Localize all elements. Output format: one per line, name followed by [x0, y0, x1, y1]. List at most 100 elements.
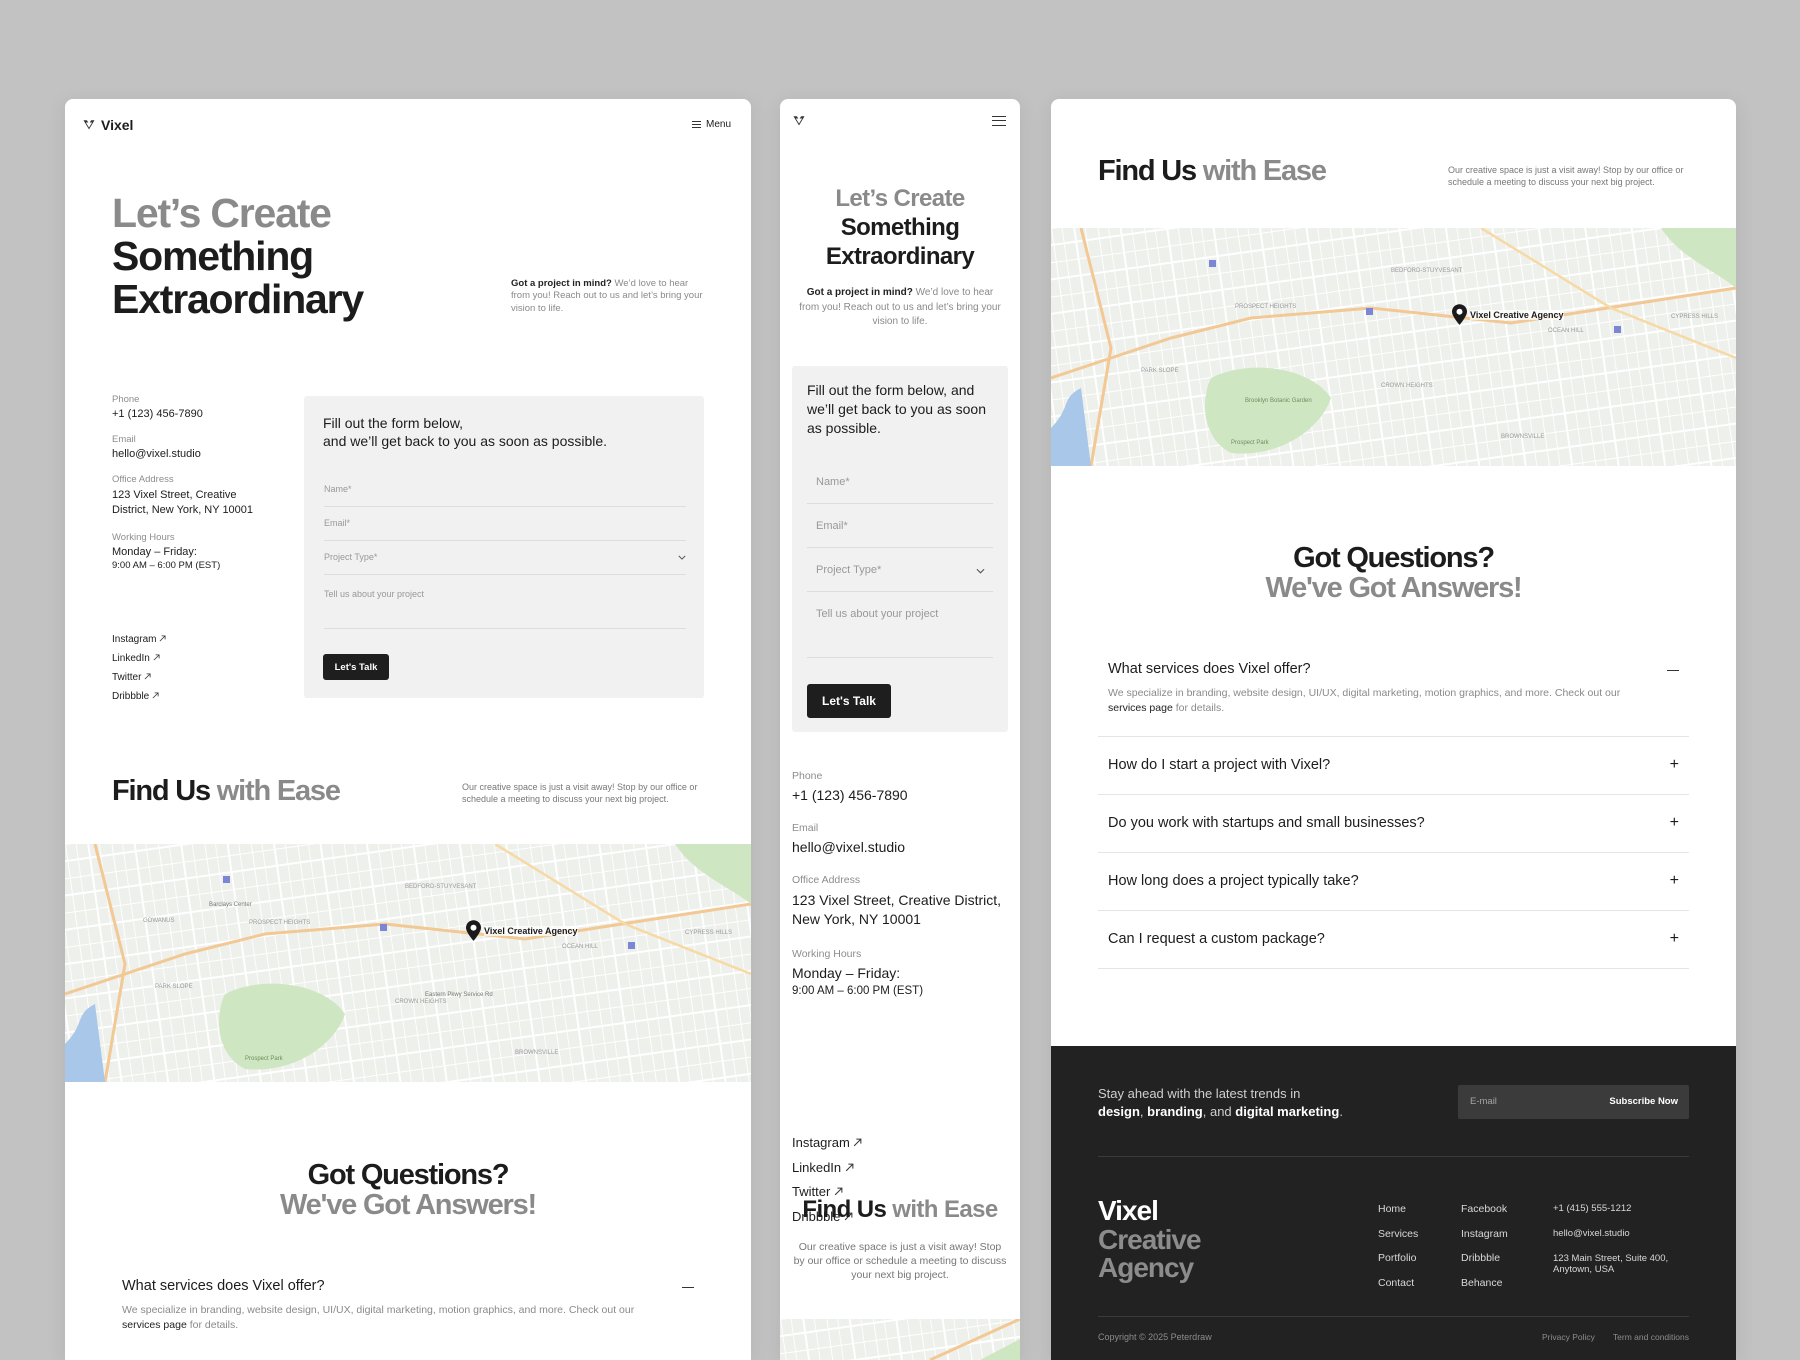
map-pin-label: Vixel Creative Agency	[484, 925, 578, 936]
email-field[interactable]: Email*	[324, 518, 686, 541]
plus-icon[interactable]: +	[1670, 873, 1679, 889]
location-map[interactable]: PROSPECT HEIGHTS BEDFORD-STUYVESANT PARK…	[1051, 228, 1736, 466]
name-field[interactable]: Name*	[807, 476, 993, 504]
location-map[interactable]: PROSPECT HEIGHTS BEDFORD-STUYVESANT PARK…	[65, 844, 751, 1082]
phone-value[interactable]: +1 (123) 456-7890	[792, 787, 1002, 803]
faq-question: How do I start a project with Vixel?	[1108, 757, 1331, 773]
map-graphic	[780, 1319, 1020, 1360]
map-label-prospect-heights: PROSPECT HEIGHTS	[1235, 304, 1297, 310]
map-graphic	[1051, 228, 1736, 466]
footer-divider-bottom	[1098, 1316, 1689, 1317]
faq-question: What services does Vixel offer?	[1108, 661, 1311, 677]
name-field[interactable]: Name*	[324, 484, 686, 507]
social-link-twitter[interactable]: Twitter	[112, 668, 166, 687]
minus-icon[interactable]	[682, 1287, 694, 1288]
footer-divider	[1098, 1156, 1689, 1157]
faq-item-5[interactable]: Can I request a custom package? +	[1098, 911, 1689, 969]
footer-link-dribbble[interactable]: Dribbble	[1461, 1246, 1508, 1271]
map-label-barclays: Barclays Center	[209, 902, 252, 908]
arrow-up-right-icon	[159, 635, 166, 642]
terms-link[interactable]: Term and conditions	[1613, 1332, 1689, 1342]
find-us-title: Find Us with Ease	[1098, 155, 1327, 187]
find-us-description: Our creative space is just a visit away!…	[1448, 165, 1684, 187]
footer-link-facebook[interactable]: Facebook	[1461, 1197, 1508, 1222]
map-label-prospect-heights: PROSPECT HEIGHTS	[249, 920, 311, 926]
phone-value[interactable]: +1 (123) 456-7890	[112, 408, 262, 420]
find-us-description: Our creative space is just a visit away!…	[462, 782, 698, 804]
faq-item-1[interactable]: What services does Vixel offer? We speci…	[1098, 661, 1689, 737]
address-label: Office Address	[792, 874, 861, 886]
footer-link-behance[interactable]: Behance	[1461, 1271, 1508, 1296]
menu-button[interactable]: Menu	[691, 119, 731, 130]
minus-icon[interactable]	[1667, 670, 1679, 671]
services-page-link[interactable]: services page	[122, 1319, 187, 1331]
phone-label: Phone	[792, 770, 823, 782]
email-value[interactable]: hello@vixel.studio	[792, 839, 1002, 855]
form-heading: Fill out the form below, and we’ll get b…	[807, 382, 986, 436]
lets-talk-button[interactable]: Let's Talk	[807, 684, 891, 718]
map-label-prospect-park: Prospect Park	[1231, 440, 1269, 446]
chevron-down-icon	[976, 568, 985, 574]
plus-icon[interactable]: +	[1670, 931, 1679, 947]
footer-nav: Home Services Portfolio Contact	[1378, 1197, 1418, 1295]
faq-item-4[interactable]: How long does a project typically take? …	[1098, 853, 1689, 911]
newsletter-email-input[interactable]: E-mail	[1470, 1096, 1497, 1107]
menu-icon[interactable]	[992, 116, 1006, 126]
arrow-up-right-icon	[845, 1163, 854, 1172]
plus-icon[interactable]: +	[1670, 757, 1679, 773]
project-type-select[interactable]: Project Type*	[324, 552, 686, 575]
social-link-instagram[interactable]: Instagram	[112, 630, 166, 649]
faq-item-1[interactable]: What services does Vixel offer? We speci…	[122, 1278, 704, 1360]
map-pin[interactable]: Vixel Creative Agency	[466, 920, 578, 941]
hours-time: 9:00 AM – 6:00 PM (EST)	[792, 984, 924, 997]
social-link-linkedin[interactable]: LinkedIn	[112, 649, 166, 668]
menu-label: Menu	[705, 119, 731, 130]
privacy-policy-link[interactable]: Privacy Policy	[1542, 1332, 1595, 1342]
legal-links: Privacy Policy Term and conditions	[1542, 1332, 1689, 1342]
plus-icon[interactable]: +	[1670, 815, 1679, 831]
social-link-instagram[interactable]: Instagram	[792, 1131, 862, 1156]
footer-link-instagram[interactable]: Instagram	[1461, 1222, 1508, 1247]
faq-item-2[interactable]: How do I start a project with Vixel? +	[1098, 737, 1689, 795]
hero-title: Let’s Create Something Extraordinary	[112, 193, 364, 320]
footer-link-portfolio[interactable]: Portfolio	[1378, 1246, 1418, 1271]
hero-title: Let’s Create Something Extraordinary	[825, 185, 975, 270]
faq-question: What services does Vixel offer?	[122, 1278, 325, 1294]
message-field[interactable]: Tell us about your project	[324, 589, 686, 629]
social-link-dribbble[interactable]: Dribbble	[112, 687, 166, 706]
vixel-logo-icon[interactable]	[793, 115, 805, 127]
faq-answer: We specialize in branding, website desig…	[1108, 687, 1621, 715]
lets-talk-button[interactable]: Let's Talk	[323, 654, 389, 680]
hours-label: Working Hours	[792, 947, 862, 960]
project-type-select[interactable]: Project Type*	[807, 564, 993, 592]
footer-link-services[interactable]: Services	[1378, 1222, 1418, 1247]
map-label-bedford: BEDFORD-STUYVESANT	[405, 884, 477, 890]
footer-logo[interactable]: Vixel Creative Agency	[1098, 1196, 1202, 1283]
footer-email[interactable]: hello@vixel.studio	[1553, 1228, 1683, 1239]
footer-link-contact[interactable]: Contact	[1378, 1271, 1418, 1296]
social-link-linkedin[interactable]: LinkedIn	[792, 1156, 862, 1181]
brand-logo[interactable]: Vixel	[83, 117, 133, 133]
contact-info: Phone +1 (123) 456-7890 Email hello@vixe…	[792, 770, 1002, 997]
faq-item-3[interactable]: Do you work with startups and small busi…	[1098, 795, 1689, 853]
footer-phone[interactable]: +1 (415) 555-1212	[1553, 1197, 1683, 1221]
services-page-link[interactable]: services page	[1108, 702, 1173, 714]
footer-link-home[interactable]: Home	[1378, 1197, 1418, 1222]
brand-name: Vixel	[101, 117, 134, 133]
message-field[interactable]: Tell us about your project	[807, 608, 993, 658]
contact-form: Fill out the form below, and we’ll get b…	[792, 366, 1008, 732]
mobile-contact-page: Let’s Create Something Extraordinary Got…	[780, 99, 1020, 1360]
map-pin[interactable]: Vixel Creative Agency	[1452, 304, 1564, 325]
faq-question: Do you work with startups and small busi…	[1108, 815, 1425, 831]
arrow-up-right-icon	[144, 673, 151, 680]
subscribe-button[interactable]: Subscribe Now	[1609, 1096, 1678, 1107]
location-map[interactable]	[780, 1319, 1020, 1360]
map-label-prospect-park: Prospect Park	[245, 1056, 283, 1062]
copyright: Copyright © 2025 Peterdraw	[1098, 1332, 1212, 1342]
hero-intro-bold: Got a project in mind?	[511, 278, 612, 289]
email-label: Email	[112, 434, 136, 445]
email-field[interactable]: Email*	[807, 520, 993, 548]
faq-question: How long does a project typically take?	[1108, 873, 1359, 889]
email-value[interactable]: hello@vixel.studio	[112, 448, 262, 460]
contact-form: Fill out the form below, and we’ll get b…	[304, 396, 704, 698]
